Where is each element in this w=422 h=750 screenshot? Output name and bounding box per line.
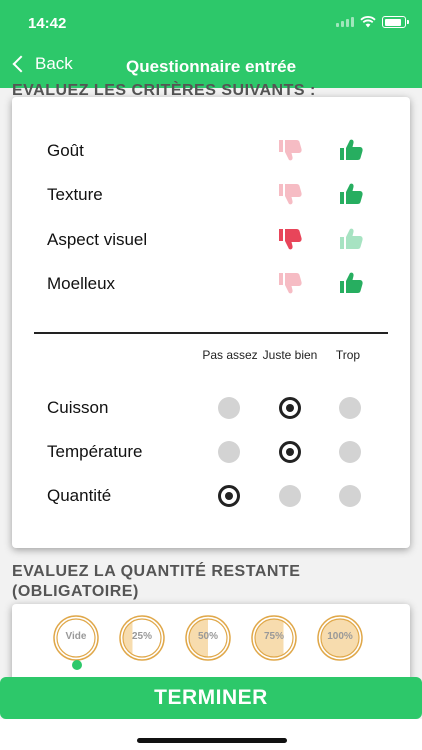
thumbs-up-icon[interactable] bbox=[337, 270, 365, 296]
radio-row-label: Température bbox=[47, 442, 143, 461]
radio-row: Température bbox=[12, 440, 410, 464]
criteria-card: Pas assez Juste bien Trop Goût Texture Asp… bbox=[12, 97, 410, 548]
radio-button[interactable] bbox=[339, 397, 361, 419]
thumbs-up-icon[interactable] bbox=[337, 226, 365, 252]
quantity-card: Vide 25% 50% 75% 100% bbox=[12, 604, 410, 684]
rating-label: Goût bbox=[47, 141, 84, 160]
status-bar: 14:42 bbox=[0, 0, 422, 44]
thumbs-up-icon[interactable] bbox=[337, 181, 365, 207]
rating-row: Aspect visuel bbox=[12, 226, 410, 256]
status-time: 14:42 bbox=[28, 15, 67, 32]
rating-row: Texture bbox=[12, 181, 410, 211]
thumbs-down-icon[interactable] bbox=[276, 270, 304, 296]
radio-button[interactable] bbox=[339, 485, 361, 507]
quantity-option[interactable]: 100% bbox=[316, 614, 364, 662]
thumbs-up-icon[interactable] bbox=[337, 137, 365, 163]
page-title: Questionnaire entrée bbox=[125, 57, 297, 76]
divider bbox=[34, 332, 388, 334]
radio-button[interactable] bbox=[279, 441, 301, 463]
quantity-option-label: 75% bbox=[263, 631, 284, 642]
wifi-icon bbox=[360, 16, 376, 28]
quantity-option-label: 25% bbox=[131, 631, 152, 642]
radio-button[interactable] bbox=[218, 397, 240, 419]
selected-quantity-indicator bbox=[72, 660, 82, 670]
quantity-section-title: EVALUEZ LA QUANTITÉ RESTANTE (OBLIGATOIR… bbox=[12, 563, 301, 600]
quantity-option[interactable]: Vide bbox=[52, 614, 100, 662]
rating-row: Goût bbox=[12, 137, 410, 167]
quantity-option-label: Vide bbox=[65, 631, 87, 642]
column-header-juste-bien: Juste bien bbox=[262, 348, 318, 362]
quantity-option[interactable]: 50% bbox=[184, 614, 232, 662]
quantity-option[interactable]: 25% bbox=[118, 614, 166, 662]
rating-row: Moelleux bbox=[12, 270, 410, 300]
thumbs-down-icon[interactable] bbox=[276, 226, 304, 252]
rating-label: Moelleux bbox=[47, 274, 116, 293]
thumbs-down-icon[interactable] bbox=[276, 181, 304, 207]
finish-button[interactable]: TERMINER bbox=[0, 677, 422, 719]
radio-row-label: Quantité bbox=[47, 486, 112, 505]
status-icons bbox=[336, 16, 409, 28]
quantity-option-label: 100% bbox=[327, 631, 353, 642]
column-header-pas-assez: Pas assez bbox=[202, 348, 258, 362]
radio-button[interactable] bbox=[279, 397, 301, 419]
quantity-option[interactable]: 75% bbox=[250, 614, 298, 662]
quantity-option-label: 50% bbox=[197, 631, 218, 642]
radio-button[interactable] bbox=[218, 441, 240, 463]
radio-row-label: Cuisson bbox=[47, 398, 109, 417]
radio-button[interactable] bbox=[339, 441, 361, 463]
rating-label: Aspect visuel bbox=[47, 230, 148, 249]
battery-icon bbox=[382, 16, 409, 28]
radio-button[interactable] bbox=[279, 485, 301, 507]
radio-row: Cuisson bbox=[12, 396, 410, 420]
home-indicator bbox=[137, 738, 287, 743]
column-header-trop: Trop bbox=[335, 348, 361, 362]
rating-label: Texture bbox=[47, 185, 103, 204]
radio-button[interactable] bbox=[218, 485, 240, 507]
cellular-signal-icon bbox=[336, 17, 354, 27]
bottom-area bbox=[0, 719, 422, 750]
radio-row: Quantité bbox=[12, 484, 410, 508]
thumbs-down-icon[interactable] bbox=[276, 137, 304, 163]
